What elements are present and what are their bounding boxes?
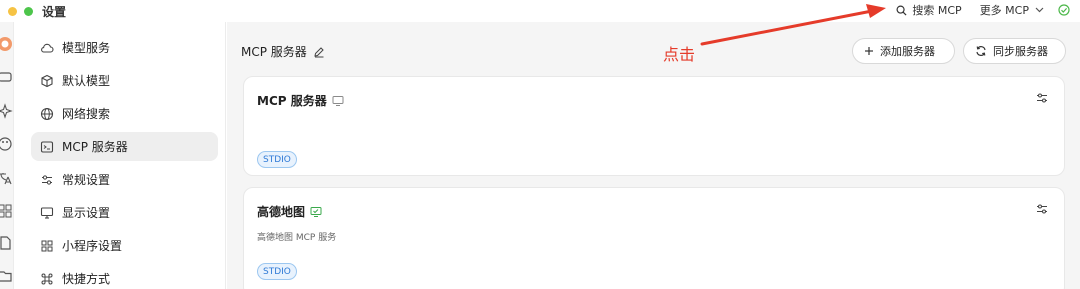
sidebar-item-label: MCP 服务器 bbox=[62, 140, 128, 154]
sidebar-item-label: 模型服务 bbox=[62, 41, 111, 55]
app-logo-icon[interactable] bbox=[0, 36, 13, 52]
minimize-button[interactable] bbox=[8, 6, 17, 16]
palette-icon[interactable] bbox=[0, 136, 13, 152]
sidebar-item-default-model[interactable]: 默认模型 bbox=[31, 66, 218, 95]
search-mcp-button[interactable]: 搜索 MCP bbox=[896, 2, 962, 18]
window-title: 设置 bbox=[42, 4, 67, 19]
add-server-button[interactable]: 添加服务器 bbox=[852, 38, 955, 64]
terminal-icon bbox=[40, 140, 54, 153]
sync-servers-button[interactable]: 同步服务器 bbox=[963, 38, 1066, 64]
app-window: 设置 搜索 MCP 更多 MCP 模型服务 默认模型 网络搜索 MCP 服务器 … bbox=[0, 0, 1080, 289]
server-name: 高德地图 bbox=[257, 205, 306, 219]
sidebar-item-shortcuts[interactable]: 快捷方式 bbox=[31, 264, 218, 289]
transport-badge: STDIO bbox=[257, 151, 297, 168]
refresh-icon bbox=[976, 46, 986, 56]
server-description: 高德地图 MCP 服务 bbox=[257, 233, 337, 243]
sidebar-item-label: 小程序设置 bbox=[62, 239, 123, 253]
cloud-icon bbox=[41, 43, 54, 53]
sidebar-item-web-search[interactable]: 网络搜索 bbox=[31, 99, 218, 128]
sliders-icon bbox=[42, 174, 52, 185]
sidebar-item-label: 常规设置 bbox=[62, 173, 111, 187]
cube-icon bbox=[41, 74, 53, 87]
sidebar-item-label: 默认模型 bbox=[62, 74, 111, 88]
chevron-down-icon bbox=[1035, 7, 1044, 13]
edit-icon[interactable] bbox=[313, 46, 325, 58]
sync-servers-label: 同步服务器 bbox=[993, 45, 1048, 58]
monitor-icon bbox=[310, 206, 322, 217]
transport-badge: STDIO bbox=[257, 263, 297, 280]
app-icon-rail bbox=[0, 22, 14, 289]
sidebar-item-label: 快捷方式 bbox=[62, 272, 111, 286]
server-name: MCP 服务器 bbox=[257, 94, 327, 108]
server-settings-icon[interactable] bbox=[1036, 92, 1048, 104]
apps-icon[interactable] bbox=[0, 203, 13, 219]
command-icon bbox=[41, 273, 53, 284]
settings-sidebar: 模型服务 默认模型 网络搜索 MCP 服务器 常规设置 显示设置 小程序设置 快… bbox=[26, 22, 226, 289]
sparkle-icon[interactable] bbox=[0, 103, 13, 119]
plus-icon bbox=[865, 47, 873, 55]
sidebar-item-model-service[interactable]: 模型服务 bbox=[31, 33, 218, 62]
monitor-icon bbox=[40, 206, 54, 219]
page-title: MCP 服务器 bbox=[241, 43, 325, 60]
folder-icon[interactable] bbox=[0, 268, 13, 284]
more-mcp-label: 更多 MCP bbox=[979, 4, 1029, 17]
header-actions: 搜索 MCP 更多 MCP bbox=[896, 0, 1070, 20]
chat-icon[interactable] bbox=[0, 69, 13, 85]
monitor-icon bbox=[332, 95, 344, 106]
page-title-text: MCP 服务器 bbox=[241, 45, 307, 59]
main-panel: MCP 服务器 添加服务器 同步服务器 MCP 服务器 STDIO 高德地图 高… bbox=[227, 22, 1080, 289]
more-mcp-dropdown[interactable]: 更多 MCP bbox=[980, 2, 1044, 18]
globe-icon bbox=[40, 107, 54, 120]
zoom-button[interactable] bbox=[24, 6, 33, 16]
server-card[interactable]: MCP 服务器 STDIO bbox=[243, 76, 1065, 176]
sidebar-item-display-settings[interactable]: 显示设置 bbox=[31, 198, 218, 227]
sidebar-item-miniapp-settings[interactable]: 小程序设置 bbox=[31, 231, 218, 260]
translate-icon[interactable] bbox=[0, 170, 13, 186]
add-server-label: 添加服务器 bbox=[880, 45, 935, 58]
file-icon[interactable] bbox=[0, 235, 13, 251]
sidebar-item-general-settings[interactable]: 常规设置 bbox=[31, 165, 218, 194]
search-icon bbox=[896, 5, 907, 16]
server-card-title: 高德地图 bbox=[257, 203, 322, 220]
annotation-label: 点击 bbox=[663, 45, 696, 64]
search-mcp-label: 搜索 MCP bbox=[912, 4, 962, 17]
sidebar-item-mcp-servers[interactable]: MCP 服务器 bbox=[31, 132, 218, 161]
check-circle-icon[interactable] bbox=[1058, 4, 1070, 16]
server-settings-icon[interactable] bbox=[1036, 203, 1048, 215]
grid-icon bbox=[41, 240, 53, 251]
sidebar-item-label: 显示设置 bbox=[62, 206, 111, 220]
window-controls bbox=[8, 6, 33, 16]
server-card-title: MCP 服务器 bbox=[257, 92, 344, 109]
sidebar-item-label: 网络搜索 bbox=[62, 107, 111, 121]
server-card[interactable]: 高德地图 高德地图 MCP 服务 STDIO bbox=[243, 187, 1065, 289]
